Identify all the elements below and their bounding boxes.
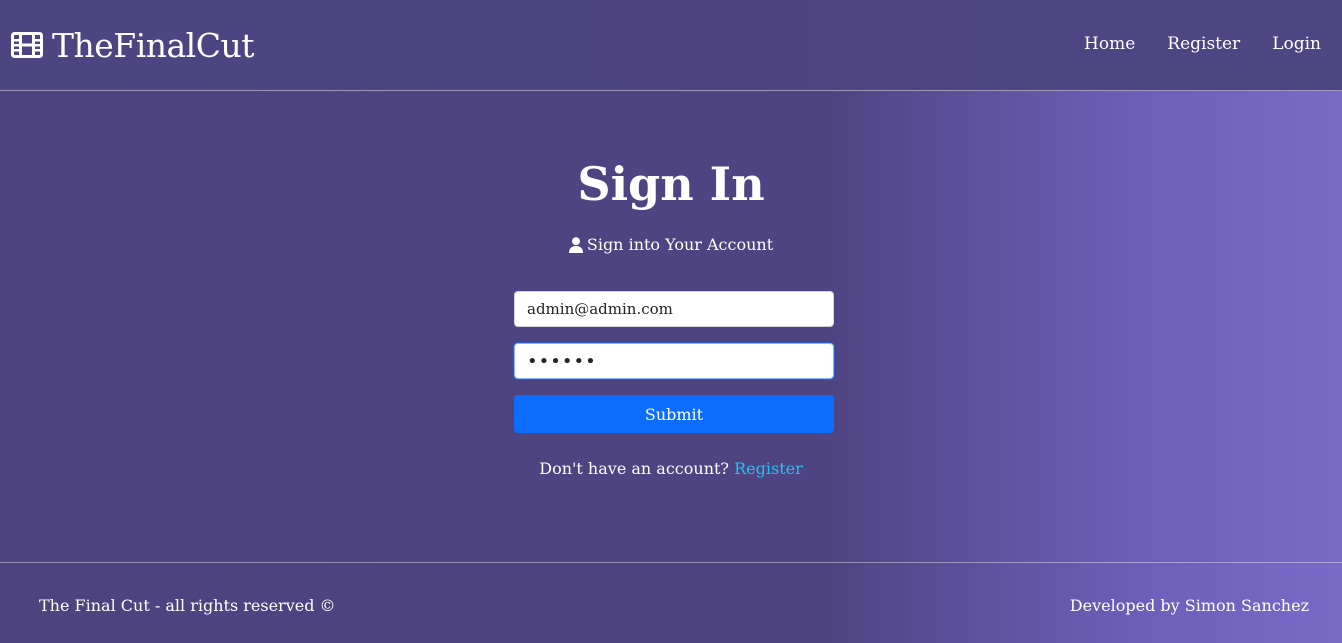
password-field[interactable] <box>514 343 834 379</box>
signin-section: Sign In Sign into Your Account Submit Do… <box>0 91 1342 562</box>
submit-button[interactable]: Submit <box>514 395 834 433</box>
brand-link[interactable]: TheFinalCut <box>11 22 255 68</box>
register-link[interactable]: Register <box>734 459 803 478</box>
nav-links: Home Register Login <box>1084 34 1321 54</box>
brand-name: TheFinalCut <box>52 25 255 65</box>
footer: The Final Cut - all rights reserved © De… <box>0 562 1342 643</box>
nav-login-link[interactable]: Login <box>1272 34 1321 54</box>
navbar: TheFinalCut Home Register Login <box>0 0 1342 91</box>
email-field[interactable] <box>514 291 834 327</box>
user-icon <box>568 236 583 253</box>
film-icon <box>11 32 43 58</box>
page-title: Sign In <box>577 157 765 211</box>
register-prompt-text: Don't have an account? <box>539 459 730 478</box>
nav-register-link[interactable]: Register <box>1167 34 1240 54</box>
signin-subtitle: Sign into Your Account <box>0 235 1342 254</box>
developer-credit: Developed by Simon Sanchez <box>1069 596 1309 615</box>
register-prompt: Don't have an account? Register <box>0 459 1342 478</box>
copyright-text: The Final Cut - all rights reserved © <box>39 596 336 615</box>
subtitle-text: Sign into Your Account <box>586 235 774 254</box>
login-form: Submit <box>514 291 834 433</box>
nav-home-link[interactable]: Home <box>1084 34 1135 54</box>
